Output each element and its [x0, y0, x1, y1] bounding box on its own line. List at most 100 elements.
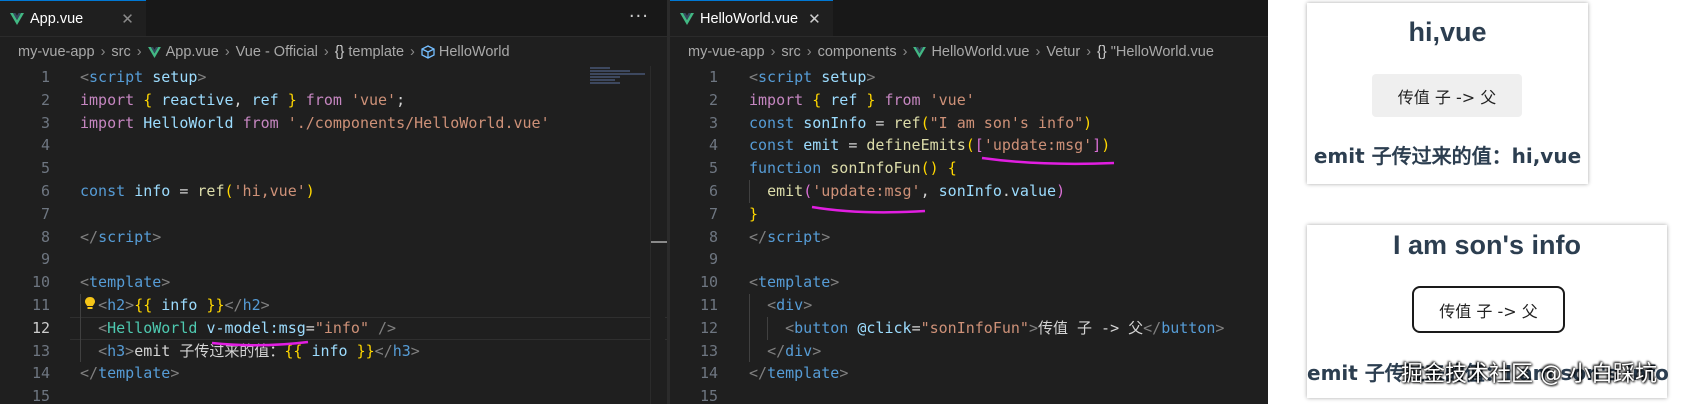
code-token: script — [89, 68, 144, 86]
code-line[interactable]: 11 <h2>{{ info }}</h2> — [0, 294, 667, 317]
line-number[interactable]: 13 — [670, 340, 718, 363]
line-number[interactable]: 6 — [0, 180, 50, 203]
breadcrumb-item[interactable]: App.vue — [166, 44, 219, 60]
line-number[interactable]: 3 — [670, 112, 718, 135]
line-number[interactable]: 2 — [670, 89, 718, 112]
breadcrumb-item[interactable]: Vetur — [1046, 44, 1080, 60]
code-token: sonInfo — [803, 113, 867, 132]
code-line[interactable]: 8 </script> — [670, 226, 1268, 249]
breadcrumb-item[interactable]: "HelloWorld.vue — [1111, 44, 1214, 60]
line-number[interactable]: 5 — [670, 157, 718, 180]
code-line[interactable]: 10 <template> — [670, 271, 1268, 294]
breadcrumb-item[interactable]: my-vue-app — [18, 44, 95, 60]
code-line[interactable]: 1 <script setup> — [0, 66, 667, 89]
line-number[interactable]: 14 — [670, 362, 718, 385]
line-number[interactable]: 12 — [0, 317, 50, 340]
code-line[interactable]: 12 <HelloWorld v-model:msg="info" /> — [0, 317, 667, 340]
code-line[interactable]: 14 </template> — [0, 362, 667, 385]
code-line[interactable]: 13 <h3>emit 子传过来的值：{{ info }}</h3> — [0, 340, 667, 363]
code-line[interactable]: 6 emit('update:msg', sonInfo.value) — [670, 180, 1268, 203]
breadcrumb-item[interactable]: HelloWorld — [439, 44, 510, 60]
line-number[interactable]: 9 — [670, 248, 718, 271]
code-line[interactable]: 5 function sonInfoFun() { — [670, 157, 1268, 180]
code-token: "info" — [314, 318, 369, 337]
line-number[interactable]: 15 — [670, 385, 718, 404]
line-number[interactable]: 5 — [0, 157, 50, 180]
breadcrumb-item[interactable]: HelloWorld.vue — [931, 44, 1029, 60]
line-number[interactable]: 4 — [670, 134, 718, 157]
code-token: }} — [206, 296, 225, 314]
code-line[interactable]: 15 — [0, 385, 667, 404]
code-token: , — [233, 90, 252, 109]
minimap[interactable] — [590, 66, 652, 96]
line-number[interactable]: 9 — [0, 248, 50, 271]
code-token: </ — [80, 364, 99, 383]
code-line[interactable]: 4 — [0, 134, 667, 157]
line-number[interactable]: 10 — [670, 271, 718, 294]
line-number[interactable]: 11 — [0, 294, 50, 317]
code-line[interactable]: 6 const info = ref('hi,vue') — [0, 180, 667, 203]
line-number[interactable]: 15 — [0, 385, 50, 404]
line-number[interactable]: 3 — [0, 112, 50, 135]
line-number[interactable]: 1 — [0, 66, 50, 89]
code-token: /> — [378, 318, 397, 337]
code-line[interactable]: 13 </div> — [670, 340, 1268, 363]
line-number[interactable]: 13 — [0, 340, 50, 363]
code-token: . — [1001, 182, 1011, 200]
breadcrumb-item[interactable]: src — [781, 44, 800, 60]
code-line[interactable]: 5 — [0, 157, 667, 180]
tab-helloworld-vue[interactable]: HelloWorld.vue ✕ — [670, 0, 833, 36]
code-line[interactable]: 12 <button @click="sonInfoFun">传值 子 -> 父… — [670, 317, 1268, 340]
code-token: > — [125, 341, 135, 360]
code-line[interactable]: 15 — [670, 385, 1268, 404]
scrollbar[interactable] — [650, 66, 665, 404]
close-icon[interactable]: ✕ — [121, 10, 134, 28]
more-actions-icon[interactable]: ··· — [629, 6, 649, 27]
tab-app-vue[interactable]: App.vue ✕ — [0, 0, 146, 36]
code-text: function sonInfoFun() { — [749, 157, 957, 180]
code-token: reactive — [161, 90, 234, 109]
code-line[interactable]: 7} — [670, 203, 1268, 226]
code-line[interactable]: 8 </script> — [0, 226, 667, 249]
breadcrumb-item[interactable]: components — [818, 44, 897, 60]
line-number[interactable]: 7 — [670, 203, 718, 226]
code-line[interactable]: 11 <div> — [670, 294, 1268, 317]
line-number[interactable]: 14 — [0, 362, 50, 385]
code-line[interactable]: 2 import { reactive, ref } from 'vue'; — [0, 89, 667, 112]
breadcrumb-item[interactable]: Vue - Official — [236, 44, 318, 60]
code-line[interactable]: 9 — [670, 248, 1268, 271]
code-line[interactable]: 14 </template> — [670, 362, 1268, 385]
line-number[interactable]: 8 — [0, 226, 50, 249]
breadcrumb-item[interactable]: my-vue-app — [688, 44, 765, 60]
pass-value-button[interactable]: 传值 子 -> 父 — [1412, 286, 1565, 333]
line-number[interactable]: 7 — [0, 203, 50, 226]
code-line[interactable]: 7 — [0, 203, 667, 226]
code-line[interactable]: 1 <script setup> — [670, 66, 1268, 89]
breadcrumb-item[interactable]: src — [111, 44, 130, 60]
code-line[interactable]: 3 const sonInfo = ref("I am son's info") — [670, 112, 1268, 135]
line-number[interactable]: 10 — [0, 271, 50, 294]
line-number[interactable]: 12 — [670, 317, 718, 340]
code-line[interactable]: 10 <template> — [0, 271, 667, 294]
line-number[interactable]: 8 — [670, 226, 718, 249]
line-number[interactable]: 11 — [670, 294, 718, 317]
code-token: = — [305, 318, 315, 337]
line-number[interactable]: 1 — [670, 66, 718, 89]
line-number[interactable]: 4 — [0, 134, 50, 157]
breadcrumb-item[interactable]: template — [348, 44, 404, 60]
code-line[interactable]: 4 const emit = defineEmits(['update:msg']… — [670, 134, 1268, 157]
pass-value-button[interactable]: 传值 子 -> 父 — [1372, 74, 1522, 117]
close-icon[interactable]: ✕ — [808, 10, 821, 28]
code-line[interactable]: 2 import { ref } from 'vue' — [670, 89, 1268, 112]
code-token: ] — [1092, 136, 1102, 155]
lightbulb-icon[interactable] — [84, 296, 96, 311]
code-line[interactable]: 9 — [0, 248, 667, 271]
tab-label: App.vue — [30, 10, 84, 27]
line-number[interactable]: 2 — [0, 89, 50, 112]
line-number[interactable]: 6 — [670, 180, 718, 203]
code-line[interactable]: 3 import HelloWorld from './components/He… — [0, 112, 667, 135]
code-token: > — [803, 296, 813, 314]
